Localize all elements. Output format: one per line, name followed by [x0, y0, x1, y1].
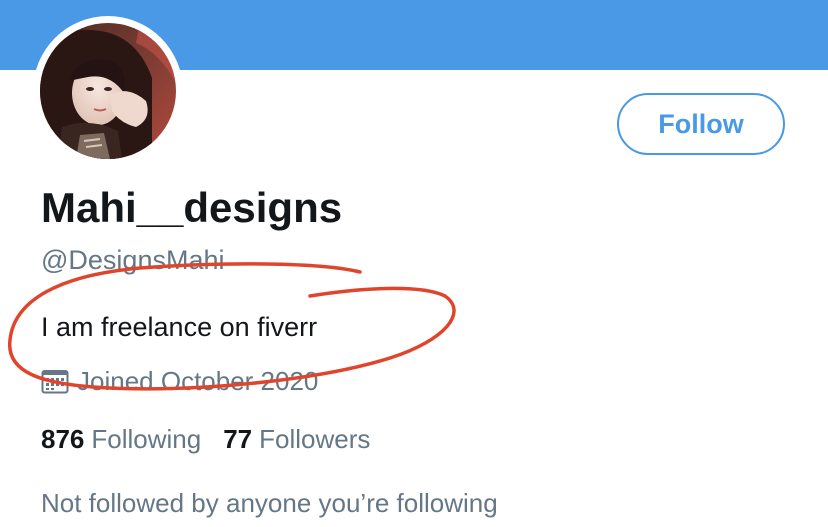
followers-link[interactable]: 77 Followers [223, 422, 370, 456]
followers-label: Followers [259, 424, 371, 454]
display-name: Mahi__designs [41, 184, 343, 231]
bio-text: I am freelance on fiverr [41, 312, 318, 342]
following-label: Following [91, 424, 202, 454]
mutual-followers-note: Not followed by anyone you’re following [41, 488, 498, 518]
avatar[interactable] [33, 16, 183, 166]
follow-stats: 876 Following 77 Followers [41, 422, 370, 456]
following-count: 876 [41, 424, 85, 454]
joined-date: Joined October 2020 [41, 364, 318, 398]
calendar-icon [41, 368, 69, 394]
user-handle: @DesignsMahi [41, 245, 225, 275]
joined-text: Joined October 2020 [77, 366, 319, 396]
following-link[interactable]: 876 Following [41, 422, 201, 456]
follow-button[interactable]: Follow [617, 93, 785, 155]
followers-count: 77 [223, 424, 253, 454]
avatar-image [40, 23, 176, 159]
